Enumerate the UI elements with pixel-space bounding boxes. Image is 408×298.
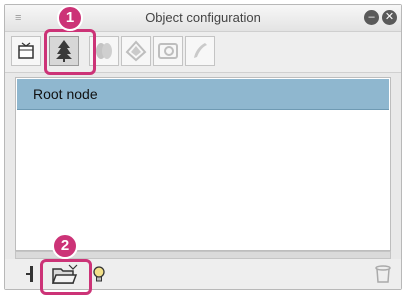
foliage-icon: [96, 43, 112, 59]
pin-icon[interactable]: [23, 263, 39, 285]
tree-item-label: Root node: [33, 86, 98, 102]
close-icon[interactable]: ✕: [382, 10, 397, 25]
texture-button[interactable]: [153, 36, 183, 66]
layer-icon: [125, 40, 147, 62]
callout-highlight-2: [40, 259, 92, 295]
object-list-button[interactable]: [11, 36, 41, 66]
tree-item-root-node[interactable]: Root node: [17, 79, 389, 110]
pen-icon: [194, 43, 207, 58]
texture-icon: [158, 43, 178, 59]
callout-badge-2: 2: [52, 233, 78, 259]
node-tree[interactable]: Root node: [15, 77, 391, 251]
callout-badge-1: 1: [57, 5, 83, 31]
layer-button[interactable]: [121, 36, 151, 66]
callout-highlight-1: [44, 29, 96, 75]
lightbulb-icon[interactable]: [91, 264, 107, 284]
edit-button[interactable]: [185, 36, 215, 66]
object-list-icon: [18, 42, 34, 59]
trash-icon[interactable]: [373, 263, 393, 285]
minimize-icon[interactable]: –: [364, 10, 379, 25]
